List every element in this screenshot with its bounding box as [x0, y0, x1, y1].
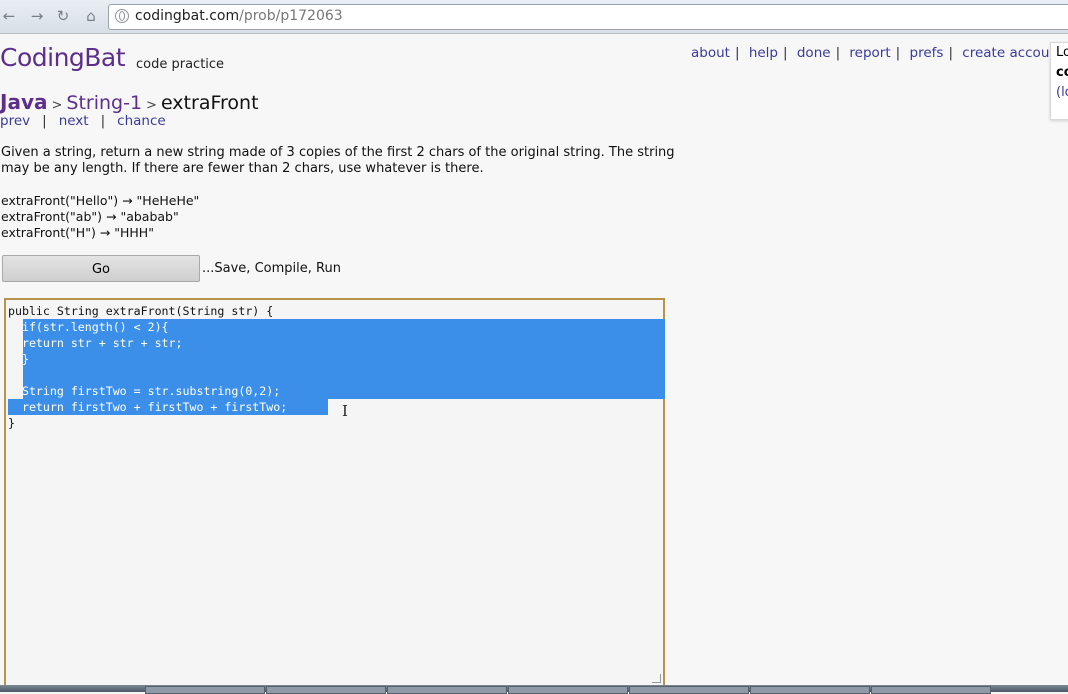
code-line: }: [8, 416, 15, 430]
breadcrumb-separator: >: [146, 98, 157, 113]
code-line: if(str.length() < 2){: [8, 320, 169, 334]
taskbar: [0, 685, 1068, 694]
breadcrumb-category[interactable]: String-1: [66, 92, 142, 114]
breadcrumb-language[interactable]: Java: [0, 90, 47, 114]
login-label: Lo: [1056, 45, 1068, 60]
site-tagline: code practice: [136, 57, 225, 72]
text-cursor-icon: I: [342, 402, 348, 420]
example-line: extraFront("H") → "HHH": [1, 225, 154, 240]
prev-link[interactable]: prev: [0, 113, 30, 129]
reload-icon[interactable]: ↻: [54, 7, 72, 25]
examples: extraFront("Hello") → "HeHeHe" extraFron…: [1, 193, 199, 241]
create-account-link[interactable]: create account: [962, 45, 1063, 61]
done-link[interactable]: done: [797, 45, 831, 61]
url-text: codingbat.com/prob/p172063: [135, 8, 343, 24]
forward-icon[interactable]: →: [28, 7, 46, 25]
prefs-link[interactable]: prefs: [910, 45, 944, 61]
example-line: extraFront("ab") → "ababab": [1, 209, 179, 224]
address-bar[interactable]: codingbat.com/prob/p172063: [108, 4, 1068, 30]
globe-icon: [115, 9, 129, 23]
taskbar-item[interactable]: [145, 686, 265, 694]
breadcrumb-separator: >: [51, 98, 63, 113]
taskbar-item[interactable]: [871, 686, 991, 694]
home-icon[interactable]: ⌂: [82, 7, 100, 25]
problem-nav: prev | next | chance: [0, 113, 166, 129]
code-line: String firstTwo = str.substring(0,2);: [8, 384, 281, 398]
chance-link[interactable]: chance: [117, 113, 166, 129]
page-title: extraFront: [160, 92, 259, 114]
resize-grip-icon[interactable]: [652, 674, 661, 683]
browser-toolbar: ← → ↻ ⌂ codingbat.com/prob/p172063: [0, 0, 1068, 34]
problem-description: Given a string, return a new string made…: [1, 145, 675, 176]
next-link[interactable]: next: [59, 113, 89, 129]
back-icon[interactable]: ←: [0, 7, 18, 25]
taskbar-item[interactable]: [629, 686, 749, 694]
code-line: return str + str + str;: [8, 336, 183, 350]
login-user: co: [1056, 65, 1068, 80]
login-panel: Lo co (lo: [1050, 42, 1068, 120]
breadcrumb: Java > String-1 > extraFront: [0, 90, 259, 114]
site-logo[interactable]: CodingBat: [0, 43, 126, 72]
code-editor[interactable]: public String extraFront(String str) { i…: [4, 298, 665, 687]
about-link[interactable]: about: [691, 45, 730, 61]
go-hint: ...Save, Compile, Run: [202, 261, 341, 276]
taskbar-item[interactable]: [266, 686, 386, 694]
login-link[interactable]: (lo: [1051, 83, 1068, 103]
top-nav: about | help | done | report | prefs | create…: [691, 45, 1064, 61]
code-line: public String extraFront(String str) {: [8, 304, 274, 318]
report-link[interactable]: report: [849, 45, 890, 61]
taskbar-item[interactable]: [750, 686, 870, 694]
taskbar-item[interactable]: [508, 686, 628, 694]
code-text[interactable]: public String extraFront(String str) { i…: [8, 303, 287, 431]
go-button[interactable]: Go: [2, 255, 200, 282]
example-line: extraFront("Hello") → "HeHeHe": [1, 193, 200, 208]
help-link[interactable]: help: [749, 45, 778, 61]
taskbar-item[interactable]: [387, 686, 507, 694]
code-line: return firstTwo + firstTwo + firstTwo;: [8, 400, 288, 414]
code-line: }: [8, 352, 29, 366]
